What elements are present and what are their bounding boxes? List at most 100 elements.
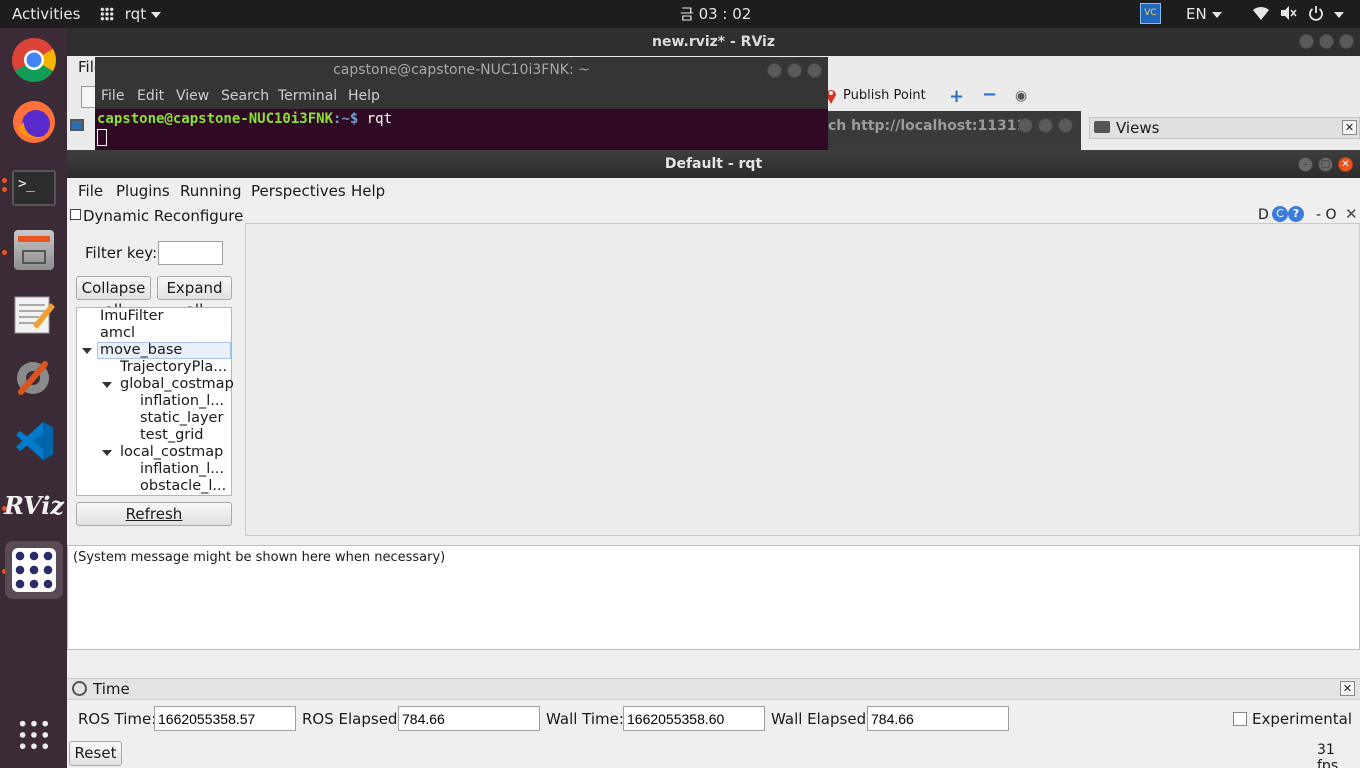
ros-elapsed-field[interactable]	[398, 706, 540, 731]
eye-icon[interactable]: ◉	[1015, 88, 1027, 104]
terminal-icon[interactable]: >_	[5, 159, 63, 217]
terminal-menu-view[interactable]: View	[176, 88, 209, 104]
prompt-path: :~$	[333, 111, 359, 127]
wifi-icon[interactable]	[1252, 0, 1270, 28]
time-plugin-header: Time ✕	[67, 678, 1360, 700]
tree-item-selected[interactable]: move_base	[100, 342, 182, 359]
wall-elapsed-field[interactable]	[867, 706, 1009, 731]
minimize-icon[interactable]	[1299, 34, 1314, 49]
monitor-icon	[70, 119, 84, 131]
expand-arrow-icon[interactable]	[82, 348, 92, 354]
tree-item[interactable]: static_layer	[140, 410, 223, 427]
rviz-title: new.rviz* - RViz	[652, 34, 775, 50]
close-icon[interactable]: ✕	[1345, 205, 1358, 223]
maximize-icon[interactable]	[787, 63, 802, 78]
activities-button[interactable]: Activities	[12, 0, 80, 28]
chevron-down-icon	[151, 11, 162, 18]
close-icon[interactable]: ✕	[1340, 681, 1355, 696]
ros-time-label: ROS Time:	[78, 710, 157, 728]
plugin-d-button[interactable]: D	[1258, 207, 1269, 223]
wall-time-field[interactable]	[623, 706, 765, 731]
minimize-icon[interactable]	[767, 63, 782, 78]
tree-item[interactable]: local_costmap	[120, 444, 223, 461]
close-icon[interactable]	[807, 63, 822, 78]
terminal-menu-terminal[interactable]: Terminal	[278, 88, 337, 104]
show-applications-icon[interactable]	[5, 706, 63, 764]
menu-help[interactable]: Help	[351, 182, 385, 200]
wall-time-label: Wall Time:	[546, 710, 624, 728]
edit-icon	[70, 209, 81, 220]
vscode-icon[interactable]	[5, 412, 63, 470]
terminal-menu-search[interactable]: Search	[221, 88, 269, 104]
terminal-title: capstone@capstone-NUC10i3FNK: ~	[333, 62, 590, 78]
master-uri-text: ch http://localhost:11311	[828, 118, 1027, 134]
maximize-icon[interactable]: □	[1318, 157, 1333, 172]
tree-item[interactable]: ImuFilter	[100, 308, 164, 325]
terminal-menu-edit[interactable]: Edit	[137, 88, 164, 104]
reset-button[interactable]: Reset	[69, 741, 122, 766]
close-icon[interactable]	[1339, 34, 1354, 49]
tree-item[interactable]: amcl	[100, 325, 135, 342]
terminal-line: capstone@capstone-NUC10i3FNK:~$ rqt	[97, 111, 826, 127]
help-icon[interactable]: ?	[1288, 206, 1304, 222]
app-menu-label: rqt	[124, 5, 147, 23]
tree-item[interactable]: global_costmap	[120, 376, 234, 393]
gnome-top-bar: Activities rqt 금 03 : 02 VC EN	[0, 0, 1360, 28]
tree-item[interactable]: test_grid	[140, 427, 204, 444]
zoom-out-icon[interactable]: −	[982, 84, 997, 105]
firefox-icon[interactable]	[5, 93, 63, 151]
terminal-output[interactable]: capstone@capstone-NUC10i3FNK:~$ rqt	[95, 109, 828, 150]
terminal-menu-help[interactable]: Help	[348, 88, 380, 104]
menu-plugins[interactable]: Plugins	[116, 182, 170, 200]
grid-icon	[100, 7, 114, 21]
terminal-menubar: File Edit View Search Terminal Help	[95, 84, 828, 109]
zoom-in-icon[interactable]: +	[949, 86, 964, 107]
expand-arrow-icon[interactable]	[102, 382, 112, 388]
camera-icon	[1094, 121, 1110, 133]
tree-item[interactable]: inflation_l...	[140, 461, 224, 478]
tree-item[interactable]: obstacle_l...	[140, 478, 226, 495]
vnc-tray-icon[interactable]: VC	[1140, 3, 1161, 25]
volume-muted-icon[interactable]	[1280, 0, 1298, 28]
power-icon[interactable]	[1308, 0, 1344, 28]
system-message: (System message might be shown here when…	[73, 550, 446, 565]
expand-arrow-icon[interactable]	[102, 450, 112, 456]
text-editor-icon[interactable]	[5, 285, 63, 343]
language-selector[interactable]: EN	[1186, 0, 1222, 28]
tree-item[interactable]: TrajectoryPla...	[120, 359, 227, 376]
clock[interactable]: 금 03 : 02	[680, 0, 751, 28]
rviz-titlebar: new.rviz* - RViz	[67, 28, 1360, 56]
parameter-editor-area[interactable]	[245, 223, 1360, 536]
close-icon[interactable]	[1058, 118, 1073, 133]
filter-key-input[interactable]	[158, 241, 223, 265]
menu-running[interactable]: Running	[180, 182, 241, 200]
language-label: EN	[1186, 5, 1207, 23]
settings-tools-icon[interactable]	[5, 348, 63, 406]
maximize-icon[interactable]	[1038, 118, 1053, 133]
expand-all-button[interactable]: Expand all	[157, 276, 232, 319]
minimize-icon[interactable]	[1018, 118, 1033, 133]
collapse-all-button[interactable]: Collapse all	[76, 276, 151, 319]
minimize-icon[interactable]: –	[1298, 157, 1313, 172]
refresh-button[interactable]: Refresh	[76, 502, 232, 526]
plugin-window-controls[interactable]: - O	[1316, 207, 1337, 223]
tree-item[interactable]: inflation_l...	[140, 393, 224, 410]
files-icon[interactable]	[5, 221, 63, 279]
refresh-label: Refresh	[125, 505, 183, 523]
menu-file[interactable]: File	[78, 182, 103, 200]
close-icon[interactable]: ✕	[1338, 157, 1353, 172]
experimental-checkbox[interactable]	[1233, 712, 1247, 726]
node-tree[interactable]: ImuFilter amcl move_base TrajectoryPla..…	[76, 307, 234, 496]
close-icon[interactable]: ✕	[1342, 120, 1357, 135]
app-menu[interactable]: rqt	[100, 0, 162, 28]
prompt-user: capstone@capstone-NUC10i3FNK	[97, 111, 334, 127]
menu-perspectives[interactable]: Perspectives	[251, 182, 346, 200]
publish-point-button[interactable]: Publish Point	[843, 88, 926, 103]
chrome-icon[interactable]	[5, 31, 63, 89]
rqt-icon[interactable]	[5, 541, 63, 599]
reload-icon[interactable]: C	[1272, 206, 1288, 222]
ros-time-field[interactable]	[154, 706, 296, 731]
maximize-icon[interactable]	[1319, 34, 1334, 49]
terminal-menu-file[interactable]: File	[101, 88, 124, 104]
rviz-icon[interactable]: RViz	[4, 476, 64, 534]
